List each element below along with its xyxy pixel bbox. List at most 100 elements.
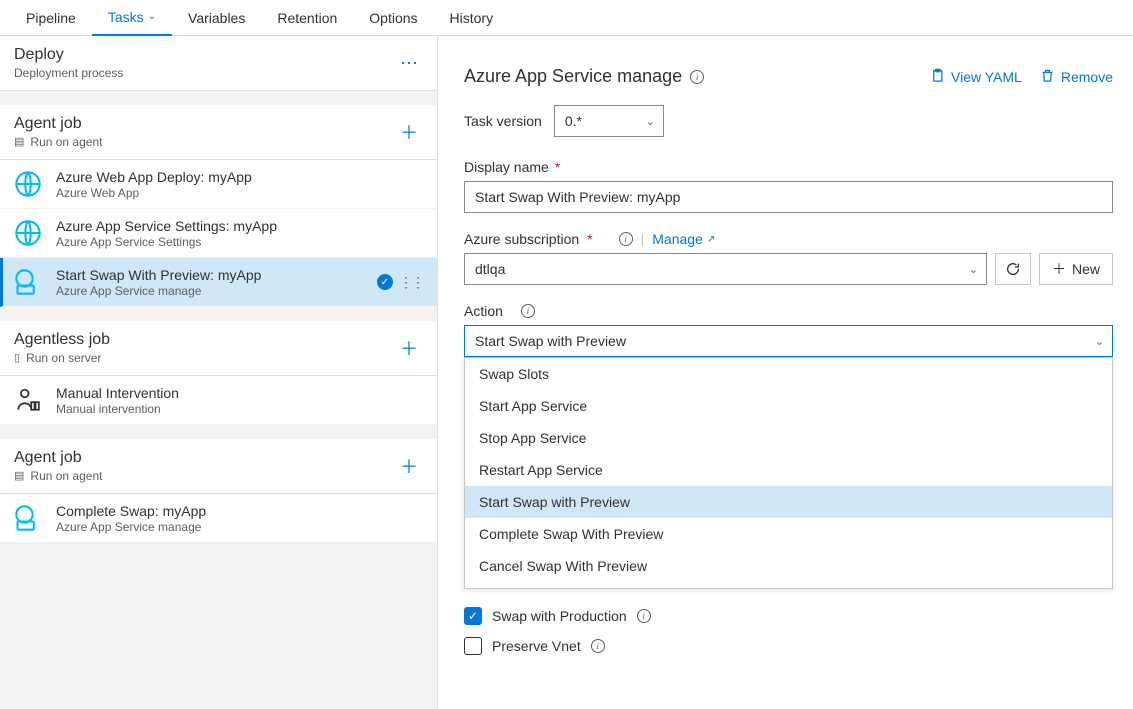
agent-job-2-title: Agent job bbox=[14, 449, 102, 467]
task-title: Azure App Service Settings: myApp bbox=[56, 218, 277, 234]
task-subtitle: Manual intervention bbox=[56, 402, 179, 416]
agentless-job-header[interactable]: Agentless job ▯ Run on server ＋ bbox=[0, 321, 437, 376]
remove-label: Remove bbox=[1061, 69, 1113, 85]
deploy-title: Deploy bbox=[14, 46, 123, 64]
task-title: Azure Web App Deploy: myApp bbox=[56, 169, 252, 185]
agent-job-1-title: Agent job bbox=[14, 115, 102, 133]
task-start-swap[interactable]: Start Swap With Preview: myApp Azure App… bbox=[0, 258, 437, 307]
task-title: Complete Swap: myApp bbox=[56, 503, 206, 519]
preserve-vnet-label: Preserve Vnet bbox=[492, 638, 581, 654]
more-icon[interactable]: ⋯ bbox=[395, 53, 423, 74]
view-yaml-button[interactable]: View YAML bbox=[930, 68, 1022, 86]
subscription-label: Azure subscription bbox=[464, 231, 579, 247]
preserve-vnet-checkbox[interactable] bbox=[464, 637, 482, 655]
agent-job-2-header[interactable]: Agent job ▤ Run on agent ＋ bbox=[0, 439, 437, 494]
task-subtitle: Azure Web App bbox=[56, 186, 252, 200]
clipboard-icon bbox=[930, 68, 945, 86]
action-select[interactable]: Start Swap with Preview ⌄ bbox=[464, 325, 1113, 357]
service-icon bbox=[12, 502, 44, 534]
task-subtitle: Azure App Service manage bbox=[56, 520, 206, 534]
tab-history[interactable]: History bbox=[434, 0, 510, 36]
deploy-subtitle: Deployment process bbox=[14, 66, 123, 80]
view-yaml-label: View YAML bbox=[951, 69, 1022, 85]
action-option[interactable]: Swap Slots bbox=[465, 358, 1112, 390]
chevron-down-icon: ⌄ bbox=[1095, 335, 1104, 348]
plus-icon: ＋ bbox=[1052, 259, 1066, 279]
action-option[interactable]: Cancel Swap With Preview bbox=[465, 550, 1112, 582]
action-label: Action bbox=[464, 303, 503, 319]
tab-retention[interactable]: Retention bbox=[261, 0, 353, 36]
display-name-label: Display name bbox=[464, 159, 549, 175]
new-button[interactable]: ＋ New bbox=[1039, 253, 1113, 285]
task-version-label: Task version bbox=[464, 113, 542, 129]
top-tab-bar: Pipeline Tasks ⌄ Variables Retention Opt… bbox=[0, 0, 1133, 36]
task-complete-swap[interactable]: Complete Swap: myApp Azure App Service m… bbox=[0, 494, 437, 543]
required-indicator: * bbox=[587, 231, 592, 247]
display-name-input[interactable] bbox=[464, 181, 1113, 213]
action-option[interactable]: Start App Service bbox=[465, 390, 1112, 422]
drag-handle-icon[interactable]: ⋮⋮ bbox=[399, 274, 423, 291]
add-task-button[interactable]: ＋ bbox=[395, 119, 423, 145]
tab-variables[interactable]: Variables bbox=[172, 0, 261, 36]
agent-job-1-subtitle: Run on agent bbox=[30, 135, 102, 149]
info-icon[interactable]: i bbox=[619, 232, 633, 246]
tasks-panel: Deploy Deployment process ⋯ Agent job ▤ … bbox=[0, 36, 438, 709]
action-dropdown: Swap SlotsStart App ServiceStop App Serv… bbox=[464, 357, 1113, 589]
action-option[interactable]: Delete Slot bbox=[465, 582, 1112, 588]
subscription-value: dtlqa bbox=[475, 261, 505, 277]
tab-tasks-label: Tasks bbox=[108, 9, 144, 25]
agentless-job-subtitle: Run on server bbox=[26, 351, 101, 365]
service-icon bbox=[12, 266, 44, 298]
task-title: Manual Intervention bbox=[56, 385, 179, 401]
subscription-select[interactable]: dtlqa ⌄ bbox=[464, 253, 987, 285]
info-icon[interactable]: i bbox=[521, 304, 535, 318]
trash-icon bbox=[1040, 68, 1055, 86]
task-details-panel: Azure App Service manage i View YAML Rem… bbox=[438, 36, 1133, 709]
deploy-header[interactable]: Deploy Deployment process ⋯ bbox=[0, 36, 437, 91]
add-task-button[interactable]: ＋ bbox=[395, 335, 423, 361]
info-icon[interactable]: i bbox=[591, 639, 605, 653]
task-subtitle: Azure App Service manage bbox=[56, 284, 261, 298]
panel-title: Azure App Service manage bbox=[464, 66, 682, 87]
task-subtitle: Azure App Service Settings bbox=[56, 235, 277, 249]
check-icon: ✓ bbox=[377, 274, 393, 290]
remove-button[interactable]: Remove bbox=[1040, 68, 1113, 86]
tab-options[interactable]: Options bbox=[353, 0, 433, 36]
task-version-select[interactable]: 0.* ⌄ bbox=[554, 105, 664, 137]
task-webapp-deploy[interactable]: Azure Web App Deploy: myApp Azure Web Ap… bbox=[0, 160, 437, 209]
server-icon: ▯ bbox=[14, 351, 20, 364]
agentless-job-title: Agentless job bbox=[14, 331, 110, 349]
new-label: New bbox=[1072, 261, 1100, 277]
task-version-value: 0.* bbox=[565, 113, 582, 129]
globe-icon bbox=[12, 217, 44, 249]
add-task-button[interactable]: ＋ bbox=[395, 453, 423, 479]
action-option[interactable]: Start Swap with Preview bbox=[465, 486, 1112, 518]
manage-link[interactable]: Manage ↗ bbox=[652, 231, 715, 247]
chevron-down-icon: ⌄ bbox=[969, 263, 978, 276]
manage-label: Manage bbox=[652, 231, 703, 247]
info-icon[interactable]: i bbox=[637, 609, 651, 623]
action-option[interactable]: Complete Swap With Preview bbox=[465, 518, 1112, 550]
refresh-button[interactable] bbox=[995, 253, 1031, 285]
swap-production-label: Swap with Production bbox=[492, 608, 627, 624]
task-app-settings[interactable]: Azure App Service Settings: myApp Azure … bbox=[0, 209, 437, 258]
tab-pipeline[interactable]: Pipeline bbox=[10, 0, 92, 36]
external-link-icon: ↗ bbox=[707, 234, 715, 245]
swap-production-checkbox[interactable]: ✓ bbox=[464, 607, 482, 625]
required-indicator: * bbox=[555, 159, 560, 175]
task-manual-intervention[interactable]: Manual Intervention Manual intervention bbox=[0, 376, 437, 425]
agent-job-2-subtitle: Run on agent bbox=[30, 469, 102, 483]
agent-job-1-header[interactable]: Agent job ▤ Run on agent ＋ bbox=[0, 105, 437, 160]
action-value: Start Swap with Preview bbox=[475, 333, 626, 349]
task-title: Start Swap With Preview: myApp bbox=[56, 267, 261, 283]
server-icon: ▤ bbox=[14, 135, 24, 148]
info-icon[interactable]: i bbox=[690, 70, 704, 84]
chevron-down-icon: ⌄ bbox=[646, 115, 655, 128]
action-option[interactable]: Stop App Service bbox=[465, 422, 1112, 454]
person-icon bbox=[12, 384, 44, 416]
server-icon: ▤ bbox=[14, 469, 24, 482]
separator: | bbox=[641, 231, 645, 247]
action-option[interactable]: Restart App Service bbox=[465, 454, 1112, 486]
globe-icon bbox=[12, 168, 44, 200]
tab-tasks[interactable]: Tasks ⌄ bbox=[92, 0, 172, 36]
